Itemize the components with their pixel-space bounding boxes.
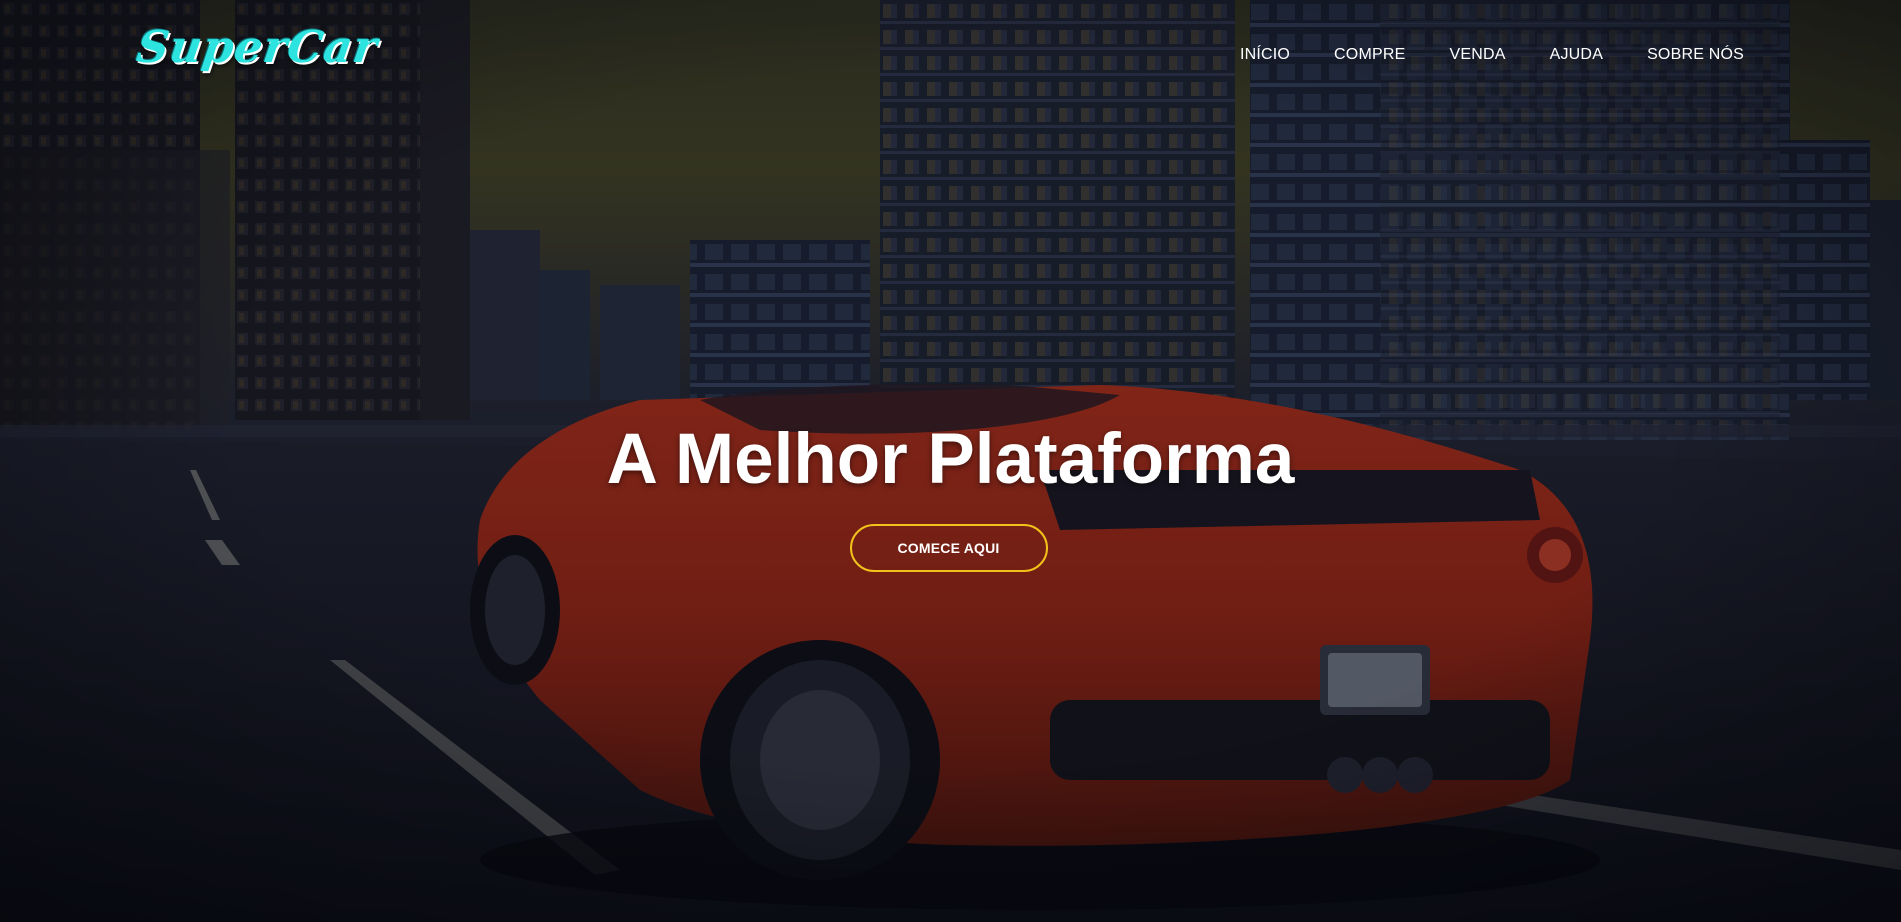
hero-title: A Melhor Plataforma xyxy=(606,420,1295,499)
nav-item-sobre-nos: SOBRE NÓS xyxy=(1647,44,1744,64)
comece-aqui-button[interactable]: COMECE AQUI xyxy=(849,524,1048,572)
nav-link-sobre-nos[interactable]: SOBRE NÓS xyxy=(1647,46,1744,63)
top-navbar: SuperCar INÍCIO COMPRE VENDA AJUDA SOBRE… xyxy=(0,0,1901,108)
nav-item-ajuda: AJUDA xyxy=(1550,44,1603,64)
nav-item-venda: VENDA xyxy=(1449,44,1505,64)
nav-link-compre[interactable]: COMPRE xyxy=(1334,46,1405,63)
nav-item-compre: COMPRE xyxy=(1334,44,1405,64)
nav-link-venda[interactable]: VENDA xyxy=(1449,46,1505,63)
hero-content: A Melhor Plataforma COMECE AQUI xyxy=(0,418,1901,572)
nav-menu: INÍCIO COMPRE VENDA AJUDA SOBRE NÓS xyxy=(1196,44,1744,64)
nav-item-inicio: INÍCIO xyxy=(1240,44,1290,64)
hero-section: SuperCar INÍCIO COMPRE VENDA AJUDA SOBRE… xyxy=(0,0,1901,922)
nav-link-inicio[interactable]: INÍCIO xyxy=(1240,46,1290,63)
nav-link-ajuda[interactable]: AJUDA xyxy=(1550,46,1603,63)
supercar-logo[interactable]: SuperCar xyxy=(133,22,381,73)
